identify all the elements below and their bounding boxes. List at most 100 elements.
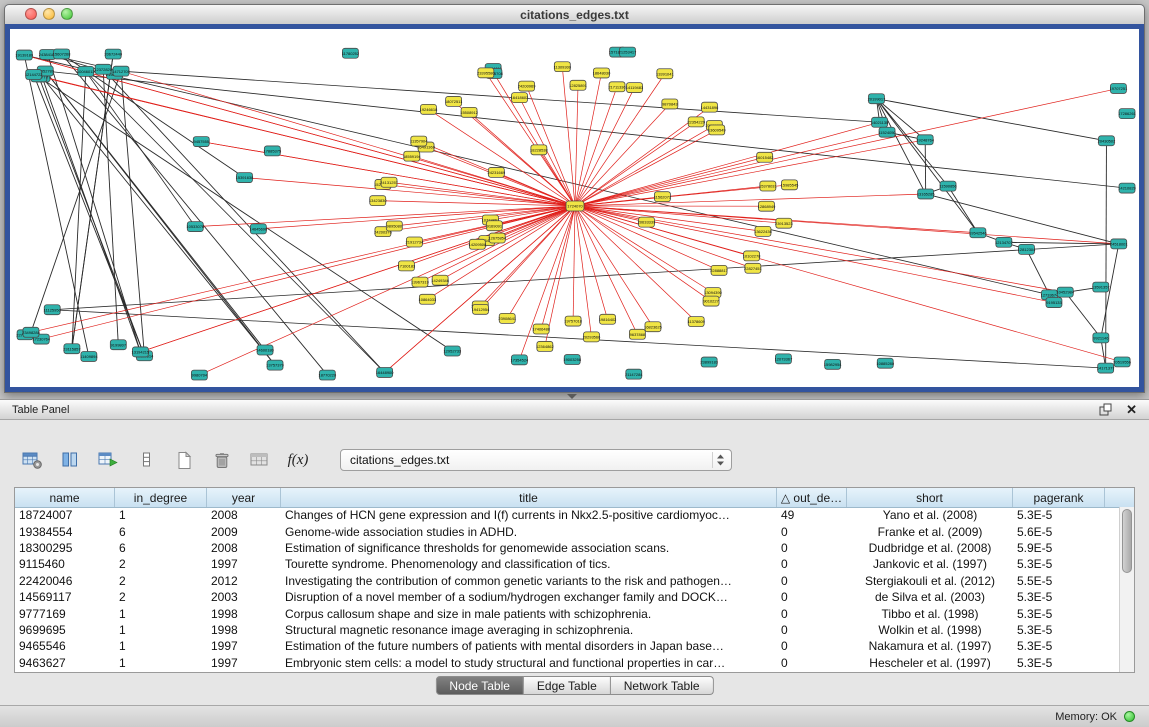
table-row[interactable]: 911546021997Tourette syndrome. Phenomeno… <box>15 556 1119 572</box>
graph-node[interactable]: 12675854 <box>488 233 506 243</box>
scrollbar-thumb[interactable] <box>1122 509 1132 573</box>
graph-node[interactable]: 14209508 <box>469 239 487 249</box>
graph-node[interactable]: 24131257 <box>380 177 398 187</box>
graph-node[interactable]: 11780252 <box>342 48 359 58</box>
graph-node[interactable]: 9457555 <box>193 137 210 147</box>
graph-node[interactable]: 17885375 <box>263 146 281 156</box>
graph-node[interactable]: 17100183 <box>398 261 416 271</box>
graph-node[interactable]: 12372820 <box>94 64 112 74</box>
graph-node[interactable]: 15508912 <box>460 107 478 117</box>
graph-node[interactable]: 19542546 <box>969 228 987 238</box>
graph-node[interactable]: 19139189 <box>15 50 33 60</box>
tab-edge-table[interactable]: Edge Table <box>524 676 611 695</box>
table-selector-combo[interactable]: citations_edges.txt <box>340 449 732 471</box>
table-row[interactable]: 946362711997Embryonic stem cells: a mode… <box>15 655 1119 671</box>
graph-node[interactable]: 20519556 <box>1113 357 1131 367</box>
graph-node[interactable]: 16418602 <box>511 93 529 103</box>
function-builder-button[interactable]: f(x) <box>286 448 310 472</box>
graph-node[interactable]: 19412954 <box>472 304 490 314</box>
graph-node[interactable]: 9195133 <box>1046 298 1063 308</box>
graph-node[interactable]: 24518001 <box>1110 239 1128 249</box>
graph-node[interactable]: 11524050 <box>878 127 896 137</box>
graph-node[interactable]: 13609549 <box>708 125 726 135</box>
row-view-button[interactable] <box>134 448 158 472</box>
graph-node[interactable]: 12812304 <box>1018 244 1036 254</box>
table-row[interactable]: 2242004622012Investigating the contribut… <box>15 573 1119 589</box>
graph-node[interactable]: 10452984 <box>1056 287 1074 297</box>
show-columns-button[interactable] <box>58 448 82 472</box>
graph-node[interactable]: 21147284 <box>625 369 643 379</box>
graph-node[interactable]: 23913523 <box>775 218 793 228</box>
graph-node[interactable]: 11378609 <box>687 317 705 327</box>
graph-node[interactable]: 12868949 <box>758 201 776 211</box>
new-table-button[interactable] <box>172 448 196 472</box>
graph-node[interactable]: 11357904 <box>410 136 428 146</box>
graph-node[interactable]: 23908641 <box>498 313 516 323</box>
graph-node[interactable]: 18072511 <box>445 96 463 106</box>
table-row[interactable]: 946554611997Estimation of the future num… <box>15 638 1119 654</box>
graph-node[interactable]: 19707251 <box>1110 83 1128 93</box>
graph-node[interactable]: 9010227 <box>703 296 719 306</box>
graph-node[interactable]: 12825891 <box>569 80 587 90</box>
graph-node[interactable]: 14431896 <box>701 102 719 112</box>
minimize-window-button[interactable] <box>43 8 55 20</box>
graph-node[interactable]: 14645696 <box>250 224 268 234</box>
graph-node[interactable]: 14712705 <box>112 66 130 76</box>
graph-node[interactable]: 12073367 <box>775 354 793 364</box>
table-row[interactable]: 1456911722003Disruption of a novel membe… <box>15 589 1119 605</box>
close-panel-button[interactable]: ✕ <box>1126 403 1137 416</box>
graph-node[interactable]: 13622436 <box>754 226 772 236</box>
graph-node[interactable]: 14171377 <box>1097 363 1115 373</box>
graph-node[interactable]: 14600180 <box>256 345 274 355</box>
graph-node[interactable]: 14119483 <box>626 83 644 93</box>
zoom-window-button[interactable] <box>61 8 73 20</box>
tab-node-table[interactable]: Node Table <box>435 676 524 695</box>
graph-node[interactable]: 14021135 <box>871 117 889 127</box>
graph-node[interactable]: 11562072 <box>654 192 671 202</box>
graph-node[interactable]: 19246618 <box>420 104 438 114</box>
graph-node[interactable]: 22354229 <box>687 117 705 127</box>
table-row[interactable]: 1938455462009Genome-wide association stu… <box>15 523 1119 539</box>
graph-node[interactable]: 15982954 <box>824 359 842 369</box>
vertical-scrollbar[interactable] <box>1119 507 1134 672</box>
float-panel-button[interactable] <box>1099 403 1112 416</box>
graph-node[interactable]: 22888817 <box>710 265 728 275</box>
graph-node[interactable]: 10533076 <box>186 222 204 232</box>
graph-node[interactable]: 21912734 <box>406 237 424 247</box>
table-options-button[interactable] <box>20 448 44 472</box>
graph-node[interactable]: 12134707 <box>995 237 1013 247</box>
import-table-button[interactable] <box>248 448 272 472</box>
graph-node[interactable]: 10046013 <box>77 66 95 76</box>
graph-node[interactable]: 16448900 <box>376 368 394 378</box>
graph-node[interactable]: 23498288 <box>22 327 40 337</box>
graph-node[interactable]: 13757379 <box>266 360 284 370</box>
graph-node[interactable]: 12144722 <box>25 70 43 80</box>
graph-node[interactable]: 9895080 <box>386 221 403 231</box>
column-header-title[interactable]: title <box>281 488 777 507</box>
column-header-name[interactable]: name <box>15 488 115 507</box>
graph-node[interactable]: 20672440 <box>104 49 122 59</box>
delete-table-button[interactable] <box>210 448 234 472</box>
graph-node[interactable]: 22827451 <box>744 263 762 273</box>
graph-node[interactable]: 15378031 <box>759 181 777 191</box>
graph-node[interactable]: 11309300 <box>554 62 572 72</box>
graph-node[interactable]: 9980704 <box>191 370 208 380</box>
graph-node[interactable]: 1724070 <box>566 201 584 211</box>
graph-node[interactable]: 15985545 <box>781 180 799 190</box>
graph-node[interactable]: 17286261 <box>1118 109 1136 119</box>
graph-node[interactable]: 21253417 <box>619 47 637 57</box>
graph-node[interactable]: 11409894 <box>80 351 98 361</box>
graph-node[interactable]: 19248764 <box>916 135 934 145</box>
graph-node[interactable]: 9921146 <box>1093 333 1109 343</box>
graph-node[interactable]: 23899183 <box>700 357 718 367</box>
column-header-short[interactable]: short <box>847 488 1013 507</box>
table-row[interactable]: 977716911998Corpus callosum shape and si… <box>15 605 1119 621</box>
graph-node[interactable]: 18228538 <box>530 145 548 155</box>
graph-node[interactable]: 15391638 <box>236 173 254 183</box>
graph-node[interactable]: 12364862 <box>536 341 554 351</box>
graph-node[interactable]: 13423830 <box>369 196 387 206</box>
graph-node[interactable]: 17406488 <box>532 324 550 334</box>
column-header-year[interactable]: year <box>207 488 281 507</box>
graph-node[interactable]: 18559194 <box>403 151 421 161</box>
table-row[interactable]: 1830029562008Estimation of significance … <box>15 540 1119 556</box>
